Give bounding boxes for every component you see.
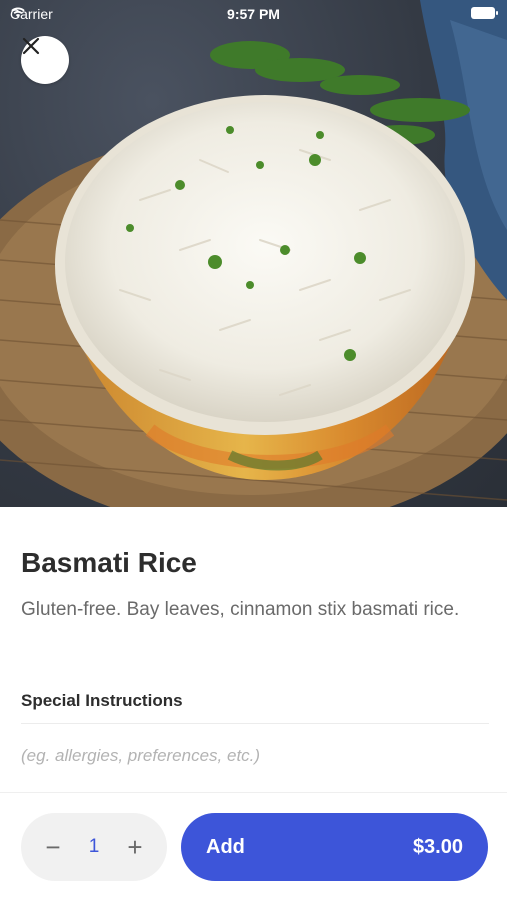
- plus-icon: +: [127, 832, 143, 862]
- bottom-action-bar: − 1 + Add $3.00: [0, 792, 507, 900]
- rice-bowl-illustration: [0, 0, 507, 507]
- minus-icon: −: [45, 832, 61, 862]
- close-button[interactable]: [21, 36, 69, 84]
- item-title: Basmati Rice: [21, 547, 197, 578]
- quantity-value: 1: [88, 836, 100, 857]
- close-icon: [22, 37, 40, 55]
- decrement-button[interactable]: −: [41, 832, 65, 862]
- item-image: Carrier 9:57 PM: [0, 0, 507, 507]
- special-instructions-input[interactable]: [21, 741, 481, 771]
- add-button-price: $3.00: [412, 835, 463, 858]
- divider: [21, 723, 489, 724]
- add-to-cart-button[interactable]: Add $3.00: [181, 813, 488, 881]
- status-bar: Carrier 9:57 PM: [0, 0, 507, 28]
- add-button-label: Add: [206, 835, 245, 858]
- quantity-stepper: − 1 +: [21, 813, 167, 881]
- battery-icon: [471, 7, 498, 19]
- status-time: 9:57 PM: [227, 6, 280, 22]
- item-description: Gluten-free. Bay leaves, cinnamon stix b…: [21, 599, 460, 620]
- special-instructions-label: Special Instructions: [21, 691, 183, 710]
- increment-button[interactable]: +: [123, 832, 147, 862]
